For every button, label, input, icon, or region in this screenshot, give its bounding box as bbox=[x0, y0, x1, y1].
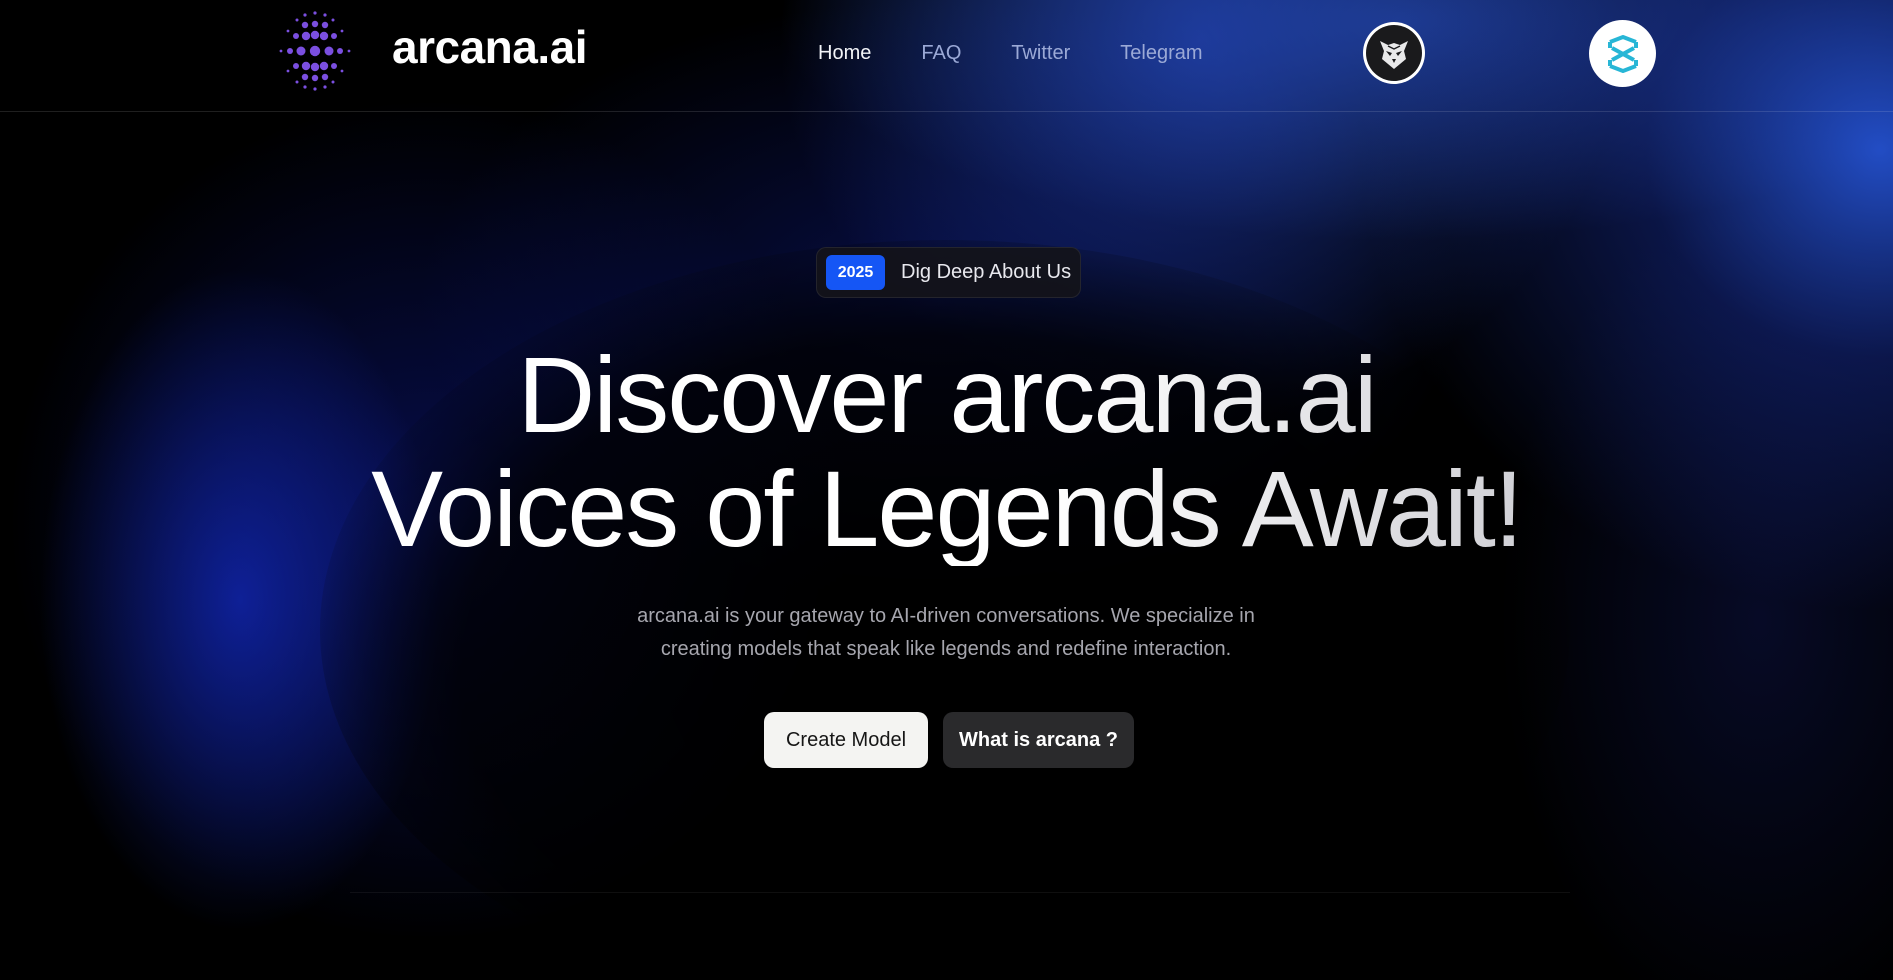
nav-twitter-link[interactable]: Twitter bbox=[1011, 42, 1070, 65]
what-is-arcana-button[interactable]: What is arcana ? bbox=[943, 712, 1134, 768]
dexscreener-icon[interactable] bbox=[1589, 20, 1656, 87]
brand-wordmark[interactable]: arcana.ai bbox=[392, 20, 587, 74]
hero-subtitle: arcana.ai is your gateway to AI-driven c… bbox=[596, 600, 1296, 666]
nav-home-link[interactable]: Home bbox=[818, 42, 871, 65]
headline-line-1: Discover arcana.ai bbox=[517, 334, 1376, 455]
hero-headline: Discover arcana.ai Voices of Legends Awa… bbox=[0, 338, 1893, 566]
badge-year: 2025 bbox=[826, 255, 885, 290]
headline-line-2: Voices of Legends Await! bbox=[371, 448, 1522, 569]
nav-telegram-link[interactable]: Telegram bbox=[1120, 42, 1202, 65]
subtitle-line-1: arcana.ai is your gateway to AI-driven c… bbox=[637, 605, 1255, 627]
subtitle-line-2: creating models that speak like legends … bbox=[660, 638, 1232, 660]
main-nav: Home FAQ Twitter Telegram bbox=[818, 42, 1203, 65]
dex-glyph-icon bbox=[1607, 34, 1638, 73]
nav-faq-link[interactable]: FAQ bbox=[921, 42, 961, 65]
badge-label: Dig Deep About Us bbox=[901, 261, 1072, 283]
section-divider bbox=[350, 892, 1570, 893]
top-navbar: arcana.ai Home FAQ Twitter Telegram bbox=[0, 0, 1893, 112]
announcement-badge[interactable]: 2025 Dig Deep About Us bbox=[816, 247, 1081, 298]
dotted-sphere-logo-icon[interactable] bbox=[272, 8, 358, 94]
owl-glyph-icon bbox=[1380, 41, 1408, 69]
create-model-button[interactable]: Create Model bbox=[764, 712, 928, 768]
owl-avatar-icon[interactable] bbox=[1363, 22, 1425, 84]
